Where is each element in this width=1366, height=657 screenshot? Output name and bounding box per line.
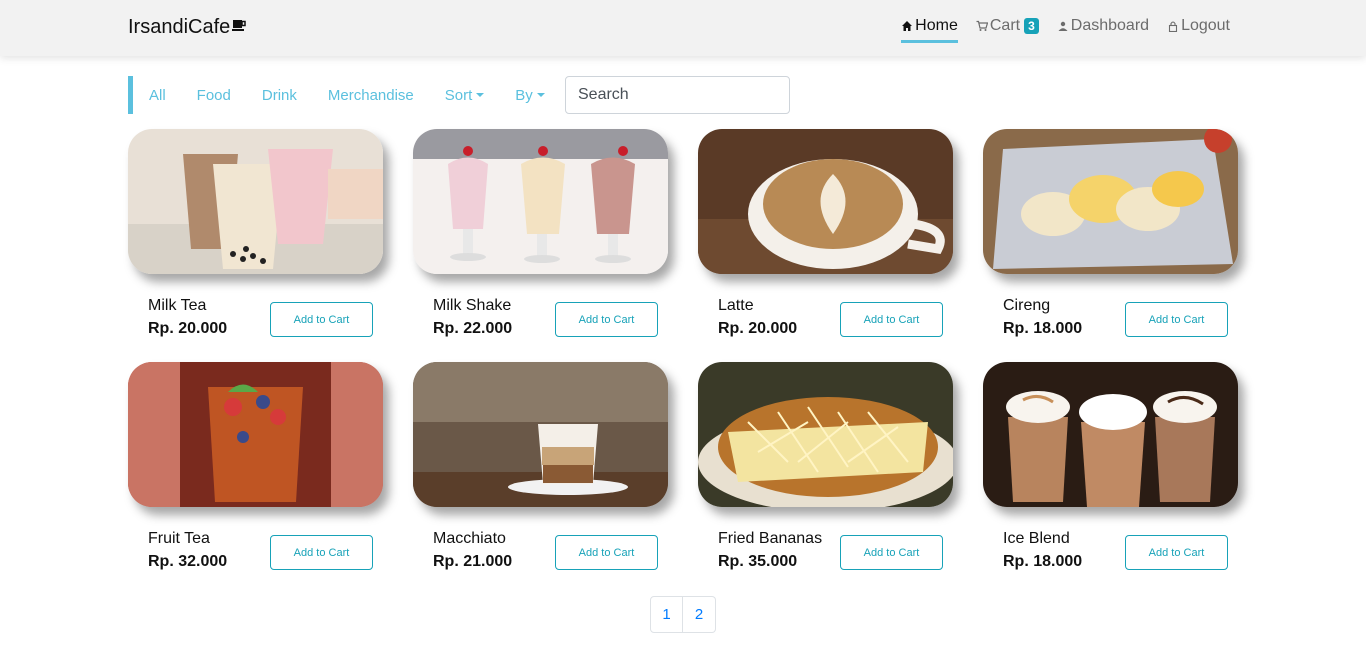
add-to-cart-button[interactable]: Add to Cart — [840, 535, 943, 570]
product-name: Fried Bananas — [718, 530, 823, 547]
nav-dashboard-label: Dashboard — [1070, 17, 1150, 34]
product-price: Rp. 18.000 — [1003, 553, 1083, 570]
caret-down-icon — [536, 93, 545, 97]
product-name: Fruit Tea — [148, 530, 210, 547]
product-card-macchiato: Macchiato Rp. 21.000 Add to Cart — [413, 362, 668, 570]
filter-food[interactable]: Food — [197, 87, 231, 104]
brand-logo[interactable]: IrsandiCafe — [128, 16, 247, 39]
nav-logout-label: Logout — [1181, 17, 1230, 34]
product-card-fried-bananas: Fried Bananas Rp. 35.000 Add to Cart — [698, 362, 953, 570]
fruit-tea-image — [128, 362, 383, 507]
product-card-cireng: Cireng Rp. 18.000 Add to Cart — [983, 129, 1238, 337]
by-dropdown-label: By — [515, 86, 533, 104]
product-name: Latte — [718, 297, 754, 314]
product-name: Macchiato — [433, 530, 506, 547]
home-icon — [902, 21, 913, 31]
add-to-cart-button[interactable]: Add to Cart — [555, 302, 658, 337]
nav-cart[interactable]: Cart 3 — [976, 17, 1039, 39]
caret-down-icon — [476, 93, 485, 97]
sort-dropdown-label: Sort — [444, 86, 473, 104]
ice-blend-image — [983, 362, 1238, 507]
nav-home[interactable]: Home — [901, 17, 958, 43]
product-price: Rp. 18.000 — [1003, 320, 1083, 337]
by-dropdown[interactable]: By — [515, 87, 545, 104]
product-name: Milk Shake — [433, 297, 512, 314]
nav-home-label: Home — [915, 17, 958, 34]
product-price: Rp. 20.000 — [148, 320, 228, 337]
page-link-1[interactable]: 1 — [650, 596, 683, 633]
product-name: Cireng — [1003, 297, 1051, 314]
filter-merchandise[interactable]: Merchandise — [328, 87, 414, 104]
category-filter-bar: All Food Drink Merchandise Sort By — [128, 76, 790, 114]
navbar: IrsandiCafe Home Cart 3 Dashboard Logout — [0, 0, 1366, 56]
product-name: Ice Blend — [1003, 530, 1070, 547]
product-card-milk-tea: Milk Tea Rp. 20.000 Add to Cart — [128, 129, 383, 337]
product-card-latte: Latte Rp. 20.000 Add to Cart — [698, 129, 953, 337]
sort-dropdown[interactable]: Sort — [445, 87, 485, 104]
cart-icon — [976, 20, 988, 31]
add-to-cart-button[interactable]: Add to Cart — [840, 302, 943, 337]
product-card-fruit-tea: Fruit Tea Rp. 32.000 Add to Cart — [128, 362, 383, 570]
brand-name: IrsandiCafe — [128, 16, 231, 38]
filter-all[interactable]: All — [149, 87, 166, 104]
product-price: Rp. 22.000 — [433, 320, 513, 337]
add-to-cart-button[interactable]: Add to Cart — [1125, 535, 1228, 570]
nav-cart-label: Cart — [989, 17, 1021, 34]
product-price: Rp. 35.000 — [718, 553, 798, 570]
milk-shake-image — [413, 129, 668, 274]
macchiato-image — [413, 362, 668, 507]
product-price: Rp. 20.000 — [718, 320, 798, 337]
latte-image — [698, 129, 953, 274]
product-price: Rp. 32.000 — [148, 553, 228, 570]
user-icon — [1058, 21, 1068, 31]
coffee-cup-icon — [232, 19, 247, 31]
page-link-2[interactable]: 2 — [683, 596, 716, 633]
add-to-cart-button[interactable]: Add to Cart — [270, 535, 373, 570]
nav-dashboard[interactable]: Dashboard — [1057, 17, 1149, 39]
product-name: Milk Tea — [148, 297, 207, 314]
cart-count-badge: 3 — [1024, 18, 1039, 34]
milk-tea-image — [128, 129, 383, 274]
main-nav: Home Cart 3 Dashboard Logout — [901, 17, 1230, 43]
product-price: Rp. 21.000 — [433, 553, 513, 570]
search-input[interactable] — [565, 76, 790, 114]
nav-logout[interactable]: Logout — [1167, 17, 1230, 39]
product-card-ice-blend: Ice Blend Rp. 18.000 Add to Cart — [983, 362, 1238, 570]
fried-bananas-image — [698, 362, 953, 507]
add-to-cart-button[interactable]: Add to Cart — [1125, 302, 1228, 337]
cireng-image — [983, 129, 1238, 274]
lock-icon — [1169, 21, 1178, 32]
pagination: 1 2 — [650, 596, 716, 633]
product-card-milk-shake: Milk Shake Rp. 22.000 Add to Cart — [413, 129, 668, 337]
filter-drink[interactable]: Drink — [262, 87, 297, 104]
add-to-cart-button[interactable]: Add to Cart — [555, 535, 658, 570]
add-to-cart-button[interactable]: Add to Cart — [270, 302, 373, 337]
